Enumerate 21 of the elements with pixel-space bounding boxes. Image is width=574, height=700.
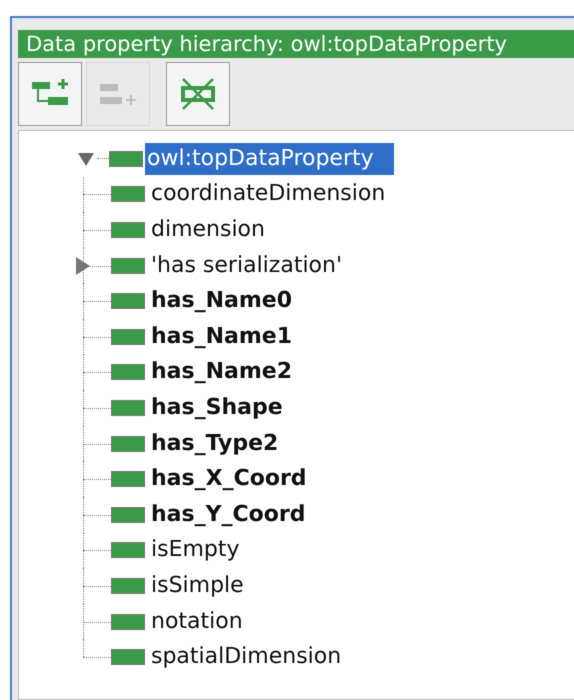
tree-item[interactable]: has_Y_Coord	[149, 498, 308, 531]
tree-item[interactable]: has_Type2	[149, 428, 280, 460]
delete-icon	[178, 76, 218, 112]
tree-item[interactable]: has_X_Coord	[149, 463, 309, 496]
tree-item[interactable]: notation	[149, 606, 245, 638]
toolbar-button[interactable]	[166, 62, 230, 126]
tree-item[interactable]: has_Name2	[149, 356, 294, 388]
tree-item[interactable]: has_Shape	[149, 392, 285, 424]
tree-item[interactable]: owl:topDataProperty	[145, 142, 394, 175]
tree-item[interactable]: isEmpty	[149, 534, 242, 566]
tree-item[interactable]: dimension	[149, 214, 267, 246]
panel-title: Data property hierarchy: owl:topDataProperty	[18, 30, 574, 58]
tree-item[interactable]: isSimple	[149, 570, 246, 602]
tree-item[interactable]: coordinateDimension	[149, 178, 388, 210]
collapsed-triangle-icon[interactable]	[73, 256, 91, 275]
tree-item[interactable]: spatialDimension	[149, 641, 344, 674]
tree-item[interactable]: has_Name1	[149, 320, 294, 353]
tree-item[interactable]: 'has serialization'	[149, 250, 344, 282]
toolbar-button[interactable]	[18, 62, 82, 126]
tree-item[interactable]: has_Name0	[149, 285, 294, 318]
expanded-triangle-icon[interactable]	[78, 150, 94, 167]
